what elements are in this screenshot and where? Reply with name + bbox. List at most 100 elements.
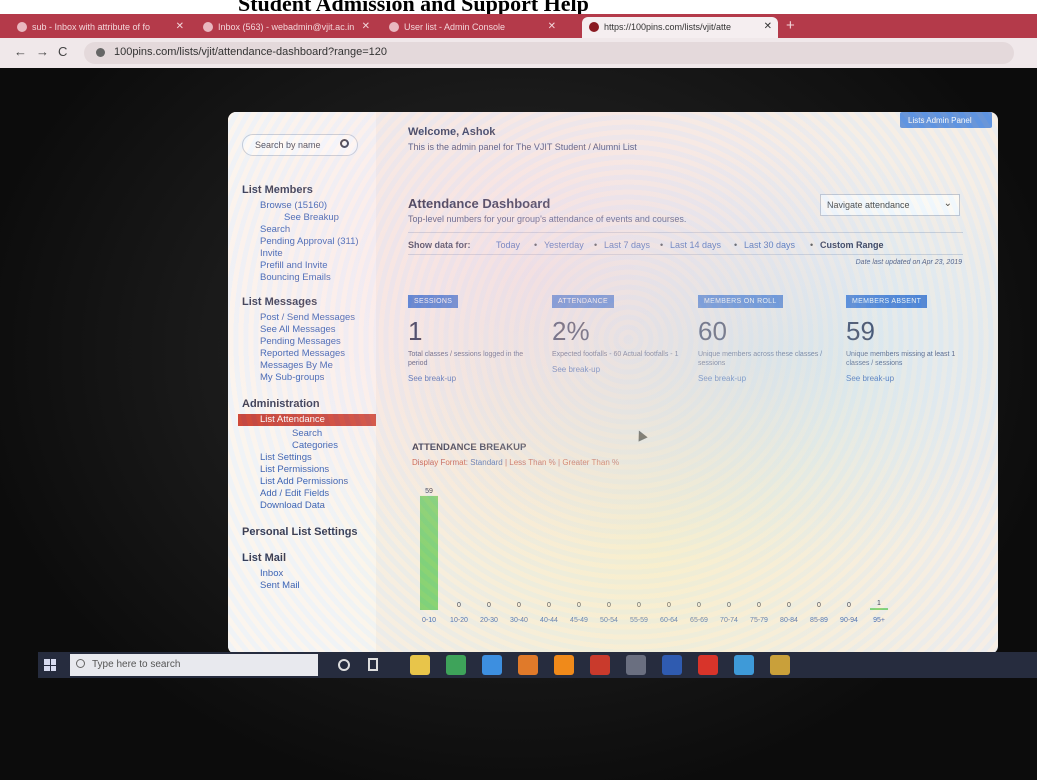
section-title-personal-settings[interactable]: Personal List Settings — [242, 526, 358, 538]
chart-data-label: 0 — [607, 602, 611, 609]
range-last-30[interactable]: Last 30 days — [744, 240, 795, 250]
page-subtitle: Top-level numbers for your group's atten… — [408, 214, 687, 224]
chart-tick-label: 40-44 — [540, 617, 558, 624]
see-breakup-link[interactable]: See break-up — [408, 374, 538, 383]
taskbar-search-input[interactable]: Type here to search — [70, 654, 318, 676]
range-yesterday[interactable]: Yesterday — [544, 240, 584, 250]
browser-tab-active[interactable]: https://100pins.com/lists/vjit/atte ✕ — [582, 17, 778, 38]
see-breakup-link[interactable]: See break-up — [846, 374, 976, 383]
acrobat-icon[interactable] — [698, 655, 718, 675]
range-today[interactable]: Today — [496, 240, 520, 250]
last-updated-text: Date last updated on Apr 23, 2019 — [855, 259, 962, 266]
caption-text: Student Admission and Support Help — [238, 0, 589, 14]
tab-label: sub - Inbox with attribute of fo — [32, 22, 151, 32]
camera-icon[interactable] — [626, 655, 646, 675]
cortana-icon[interactable] — [338, 659, 350, 671]
address-bar: ← → C 100pins.com/lists/vjit/attendance-… — [0, 38, 1037, 68]
search-icon[interactable] — [340, 139, 349, 148]
stat-card-members-absent: MEMBERS ABSENT 59 Unique members missing… — [846, 290, 976, 383]
stat-badge: SESSIONS — [408, 295, 459, 308]
store-icon[interactable] — [482, 655, 502, 675]
sidebar-item-sent-mail[interactable]: Sent Mail — [260, 580, 300, 591]
sidebar-item-reported[interactable]: Reported Messages — [260, 348, 345, 359]
format-standard-link[interactable]: Standard — [470, 458, 502, 467]
sidebar-item-download-data[interactable]: Download Data — [260, 500, 325, 511]
sidebar-item-list-permissions[interactable]: List Permissions — [260, 464, 329, 475]
filezilla-icon[interactable] — [590, 655, 610, 675]
forward-icon[interactable]: → — [36, 44, 49, 59]
sidebar-item-categories[interactable]: Categories — [292, 440, 338, 451]
tab-favicon-icon — [589, 22, 599, 32]
sidebar-item-attendance-search[interactable]: Search — [292, 428, 322, 439]
stat-value: 59 — [846, 316, 875, 346]
sidebar-item-see-all[interactable]: See All Messages — [260, 324, 336, 335]
select-value: Navigate attendance — [827, 200, 910, 210]
taskbar: Type here to search — [38, 652, 1037, 678]
reload-icon[interactable]: C — [58, 44, 67, 59]
section-title-list-members: List Members — [242, 184, 313, 196]
stat-value: 2% — [552, 316, 590, 346]
stat-description: Unique members missing at least 1 classe… — [846, 351, 956, 367]
format-less-than-link[interactable]: Less Than % — [509, 458, 556, 467]
app-icon[interactable] — [446, 655, 466, 675]
chevron-down-icon: ⌄ — [943, 198, 952, 209]
task-view-icon[interactable] — [368, 658, 378, 671]
sidebar-item-see-breakup[interactable]: See Breakup — [284, 212, 339, 223]
sidebar-item-list-settings[interactable]: List Settings — [260, 452, 312, 463]
range-last-7[interactable]: Last 7 days — [604, 240, 650, 250]
page-title: Attendance Dashboard — [408, 196, 551, 211]
sidebar-item-list-attendance[interactable]: List Attendance — [238, 414, 376, 426]
range-last-14[interactable]: Last 14 days — [670, 240, 721, 250]
sidebar-item-bouncing-emails[interactable]: Bouncing Emails — [260, 272, 331, 283]
sidebar-item-edit-fields[interactable]: Add / Edit Fields — [260, 488, 329, 499]
stat-description: Unique members across these classes / se… — [698, 351, 823, 367]
browser-tab[interactable]: sub - Inbox with attribute of fo ✕ — [10, 17, 190, 38]
section-title-list-messages: List Messages — [242, 296, 318, 308]
navigate-attendance-select[interactable]: Navigate attendance ⌄ — [820, 194, 960, 216]
search-input[interactable]: Search by name — [242, 134, 358, 156]
sidebar-item-pending-approval[interactable]: Pending Approval (311) — [260, 236, 359, 247]
chart-data-label: 0 — [847, 602, 851, 609]
sidebar-item-invite[interactable]: Invite — [260, 248, 283, 259]
range-custom[interactable]: Custom Range — [820, 240, 884, 250]
chrome-icon[interactable] — [410, 655, 430, 675]
close-icon[interactable]: ✕ — [176, 21, 184, 32]
see-breakup-link[interactable]: See break-up — [698, 374, 828, 383]
windows-start-icon[interactable] — [44, 659, 56, 671]
vlc-icon[interactable] — [554, 655, 574, 675]
sidebar-item-sub-groups[interactable]: My Sub-groups — [260, 372, 324, 383]
sidebar-item-post-send[interactable]: Post / Send Messages — [260, 312, 355, 323]
new-tab-icon[interactable]: + — [786, 17, 795, 34]
stat-card-attendance: ATTENDANCE 2% Expected footfalls - 60 Ac… — [552, 290, 682, 374]
sidebar-item-browse[interactable]: Browse (15160) — [260, 200, 327, 211]
sidebar-item-by-me[interactable]: Messages By Me — [260, 360, 333, 371]
chart-data-label: 0 — [577, 602, 581, 609]
word-icon[interactable] — [662, 655, 682, 675]
lists-admin-panel-button[interactable]: Lists Admin Panel — [900, 112, 992, 128]
chart-data-label: 0 — [727, 602, 731, 609]
close-icon[interactable]: ✕ — [362, 21, 370, 32]
chart-data-label: 59 — [425, 488, 433, 495]
stat-card-sessions: SESSIONS 1 Total classes / sessions logg… — [408, 290, 538, 383]
chart-data-label: 0 — [517, 602, 521, 609]
section-title-administration: Administration — [242, 398, 320, 410]
browser-tab[interactable]: Inbox (563) - webadmin@vjit.ac.in ✕ — [196, 17, 376, 38]
chart-data-label: 0 — [547, 602, 551, 609]
see-breakup-link[interactable]: See break-up — [552, 365, 682, 374]
firefox-icon[interactable] — [518, 655, 538, 675]
back-icon[interactable]: ← — [14, 44, 27, 59]
sidebar-item-search[interactable]: Search — [260, 224, 290, 235]
settings-icon[interactable] — [734, 655, 754, 675]
close-icon[interactable]: ✕ — [764, 21, 772, 32]
url-input[interactable]: 100pins.com/lists/vjit/attendance-dashbo… — [84, 42, 1014, 64]
chart-tick-label: 10-20 — [450, 617, 468, 624]
sidebar-item-inbox[interactable]: Inbox — [260, 568, 283, 579]
sidebar-item-add-permissions[interactable]: List Add Permissions — [260, 476, 348, 487]
format-greater-than-link[interactable]: Greater Than % — [562, 458, 619, 467]
close-icon[interactable]: ✕ — [548, 21, 556, 32]
photos-icon[interactable] — [770, 655, 790, 675]
browser-tab[interactable]: User list - Admin Console ✕ — [382, 17, 562, 38]
sidebar-item-prefill-invite[interactable]: Prefill and Invite — [260, 260, 328, 271]
sidebar-item-pending-messages[interactable]: Pending Messages — [260, 336, 341, 347]
section-title-list-mail: List Mail — [242, 552, 287, 564]
